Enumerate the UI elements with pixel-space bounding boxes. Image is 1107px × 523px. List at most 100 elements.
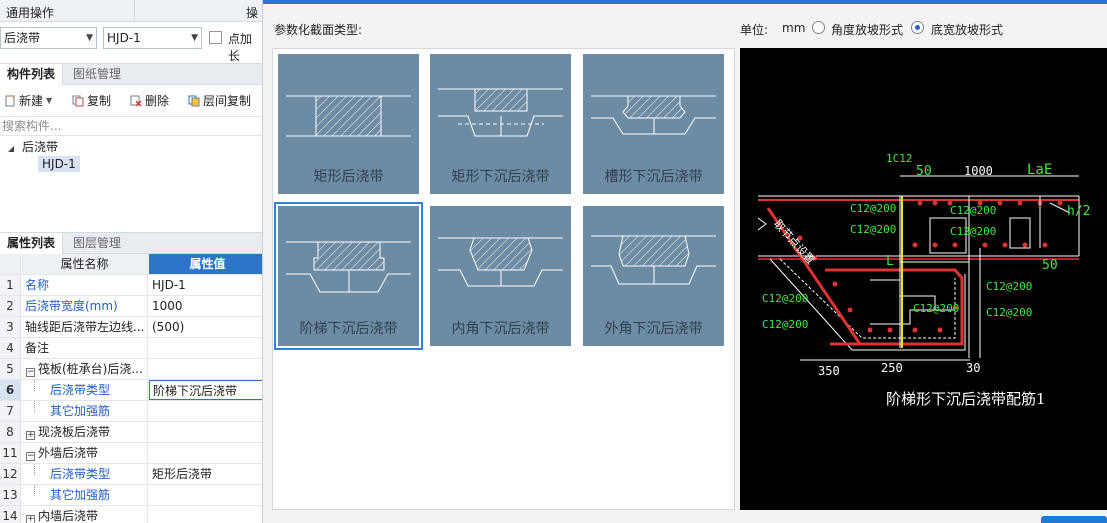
property-row[interactable]: 8 + 现浇板后浇带 — [0, 422, 262, 443]
property-value[interactable] — [149, 422, 262, 442]
property-row[interactable]: 7 其它加强筋 — [0, 401, 262, 422]
property-name-text: 后浇带类型 — [50, 383, 111, 397]
extend-checkbox[interactable] — [209, 31, 222, 44]
property-tabs: 属性列表 图层管理 — [0, 232, 262, 254]
tree-connector — [34, 380, 35, 391]
collapse-icon[interactable]: − — [26, 368, 35, 377]
section-card-step-sink[interactable]: 阶梯下沉后浇带 — [273, 201, 423, 350]
label-bar-6: C12@200 — [762, 318, 809, 331]
copy-button[interactable]: 复制 — [72, 93, 111, 109]
property-value[interactable] — [149, 485, 262, 505]
property-name: 备注 — [22, 338, 148, 358]
grid-header: 属性名称 属性值 — [0, 254, 262, 275]
section-type-label: 参数化截面类型: — [274, 23, 363, 37]
property-row[interactable]: 14 + 内墙后浇带 — [0, 506, 262, 523]
property-row[interactable]: 11− 外墙后浇带 — [0, 443, 262, 464]
floor-copy-button[interactable]: 层间复制 — [188, 93, 251, 109]
component-type-value: 后浇带 — [4, 31, 41, 45]
label-dim-50-right: 50 — [1042, 258, 1058, 273]
property-row[interactable]: 12 后浇带类型 矩形后浇带 — [0, 464, 262, 485]
property-value[interactable]: 1000 — [149, 296, 262, 316]
property-name: + 现浇板后浇带 — [22, 422, 148, 442]
property-row[interactable]: 2 后浇带宽度(mm) 1000 — [0, 296, 262, 317]
row-number: 13 — [0, 485, 21, 505]
section-card-label: 槽形下沉后浇带 — [604, 169, 703, 185]
bottom-width-slope-radio[interactable] — [911, 21, 924, 34]
dialog-ok-button[interactable] — [1041, 516, 1107, 523]
row-number: 5 — [0, 359, 21, 379]
new-button[interactable]: 新建 ▼ — [4, 93, 52, 109]
label-dim-50-top: 50 — [916, 164, 932, 179]
section-card-slot-sink[interactable]: 槽形下沉后浇带 — [578, 49, 725, 194]
component-search-input[interactable]: 搜索构件... — [0, 116, 262, 136]
property-value[interactable]: (500) — [149, 317, 262, 337]
expand-icon[interactable]: + — [26, 515, 35, 523]
angle-slope-label: 角度放坡形式 — [831, 23, 904, 37]
component-toolbar: 新建 ▼ 复制 删除 层间复制 — [0, 89, 262, 113]
section-card-outer-sink[interactable]: 外角下沉后浇带 — [578, 201, 725, 346]
property-row[interactable]: 3 轴线距后浇带左边线... (500) — [0, 317, 262, 338]
property-value[interactable] — [149, 443, 262, 463]
component-name-value: HJD-1 — [107, 31, 141, 45]
angle-slope-radio[interactable] — [812, 21, 825, 34]
component-name-select[interactable]: HJD-1 ▼ — [103, 27, 202, 49]
property-value[interactable] — [149, 338, 262, 358]
property-row[interactable]: 5− 筏板(桩承台)后浇... — [0, 359, 262, 380]
property-value[interactable] — [149, 506, 262, 523]
section-type-gallery: 矩形后浇带 矩形下沉后浇带 槽形下沉后浇带阶梯下沉后浇带 内角下沉后浇带 外角下沉后浇带 — [272, 48, 735, 510]
property-value[interactable]: 矩形后浇带 — [149, 464, 262, 484]
delete-button[interactable]: 删除 — [130, 93, 169, 109]
common-ops-bar: 通用操作 操 — [0, 0, 262, 22]
delete-label: 删除 — [145, 94, 170, 108]
bottom-width-slope-label: 底宽放坡形式 — [931, 23, 1004, 37]
property-name-text: 后浇带类型 — [50, 467, 111, 481]
property-name-text: 筏板(桩承台)后浇... — [38, 362, 143, 376]
property-value[interactable]: HJD-1 — [149, 275, 262, 295]
tree-node-root[interactable]: ◢ 后浇带 — [8, 138, 58, 155]
property-name-text: 后浇带宽度(mm) — [25, 299, 118, 313]
property-name-text: 内墙后浇带 — [38, 509, 99, 523]
tab-drawing-management[interactable]: 图纸管理 — [66, 64, 128, 85]
section-thumbnail: 外角下沉后浇带 — [583, 206, 724, 346]
extend-checkbox-label: 点加长 — [228, 32, 253, 63]
reinforcement-drawing — [757, 175, 1080, 361]
row-number: 11 — [0, 443, 21, 463]
dialog-accent-bar — [263, 0, 1107, 4]
tree-connector — [34, 401, 35, 412]
tree-node-hjd1[interactable]: HJD-1 — [38, 156, 80, 172]
tab-property-list[interactable]: 属性列表 — [0, 233, 64, 254]
property-name: 其它加强筋 — [22, 485, 148, 505]
delete-icon — [130, 95, 142, 107]
tab-layer-management[interactable]: 图层管理 — [66, 233, 128, 254]
property-row[interactable]: 1 名称 HJD-1 — [0, 275, 262, 296]
property-name: 轴线距后浇带左边线... — [22, 317, 148, 337]
property-row[interactable]: 13 其它加强筋 — [0, 485, 262, 506]
section-card-rect-sink[interactable]: 矩形下沉后浇带 — [425, 49, 572, 194]
expand-icon[interactable]: + — [26, 431, 35, 440]
section-card-inner-sink[interactable]: 内角下沉后浇带 — [425, 201, 572, 346]
property-value[interactable]: 阶梯下沉后浇带 — [149, 380, 262, 400]
tree-connector — [34, 464, 35, 475]
property-name: − 外墙后浇带 — [22, 443, 148, 463]
floor-copy-icon — [188, 95, 200, 107]
label-1c12: 1C12 — [886, 152, 913, 165]
row-number: 8 — [0, 422, 21, 442]
property-row[interactable]: 4 备注 — [0, 338, 262, 359]
property-name-text: 轴线距后浇带左边线... — [25, 320, 145, 334]
ops-title-truncated: 操 — [246, 6, 259, 20]
property-value[interactable] — [149, 359, 262, 379]
tree-expand-icon: ◢ — [8, 144, 15, 153]
tab-component-list[interactable]: 构件列表 — [0, 64, 64, 85]
label-bar-8: C12@200 — [986, 280, 1033, 293]
row-number: 4 — [0, 338, 21, 358]
section-card-rect[interactable]: 矩形后浇带 — [273, 49, 420, 194]
component-type-select[interactable]: 后浇带 ▼ — [0, 27, 97, 49]
section-card-label: 外角下沉后浇带 — [604, 321, 703, 337]
row-number: 7 — [0, 401, 21, 421]
row-number: 1 — [0, 275, 21, 295]
property-name-text: 现浇板后浇带 — [38, 425, 111, 439]
property-value[interactable] — [149, 401, 262, 421]
property-row[interactable]: 6 后浇带类型 阶梯下沉后浇带 — [0, 380, 262, 401]
label-dim-350: 350 — [818, 364, 840, 378]
collapse-icon[interactable]: − — [26, 452, 35, 461]
